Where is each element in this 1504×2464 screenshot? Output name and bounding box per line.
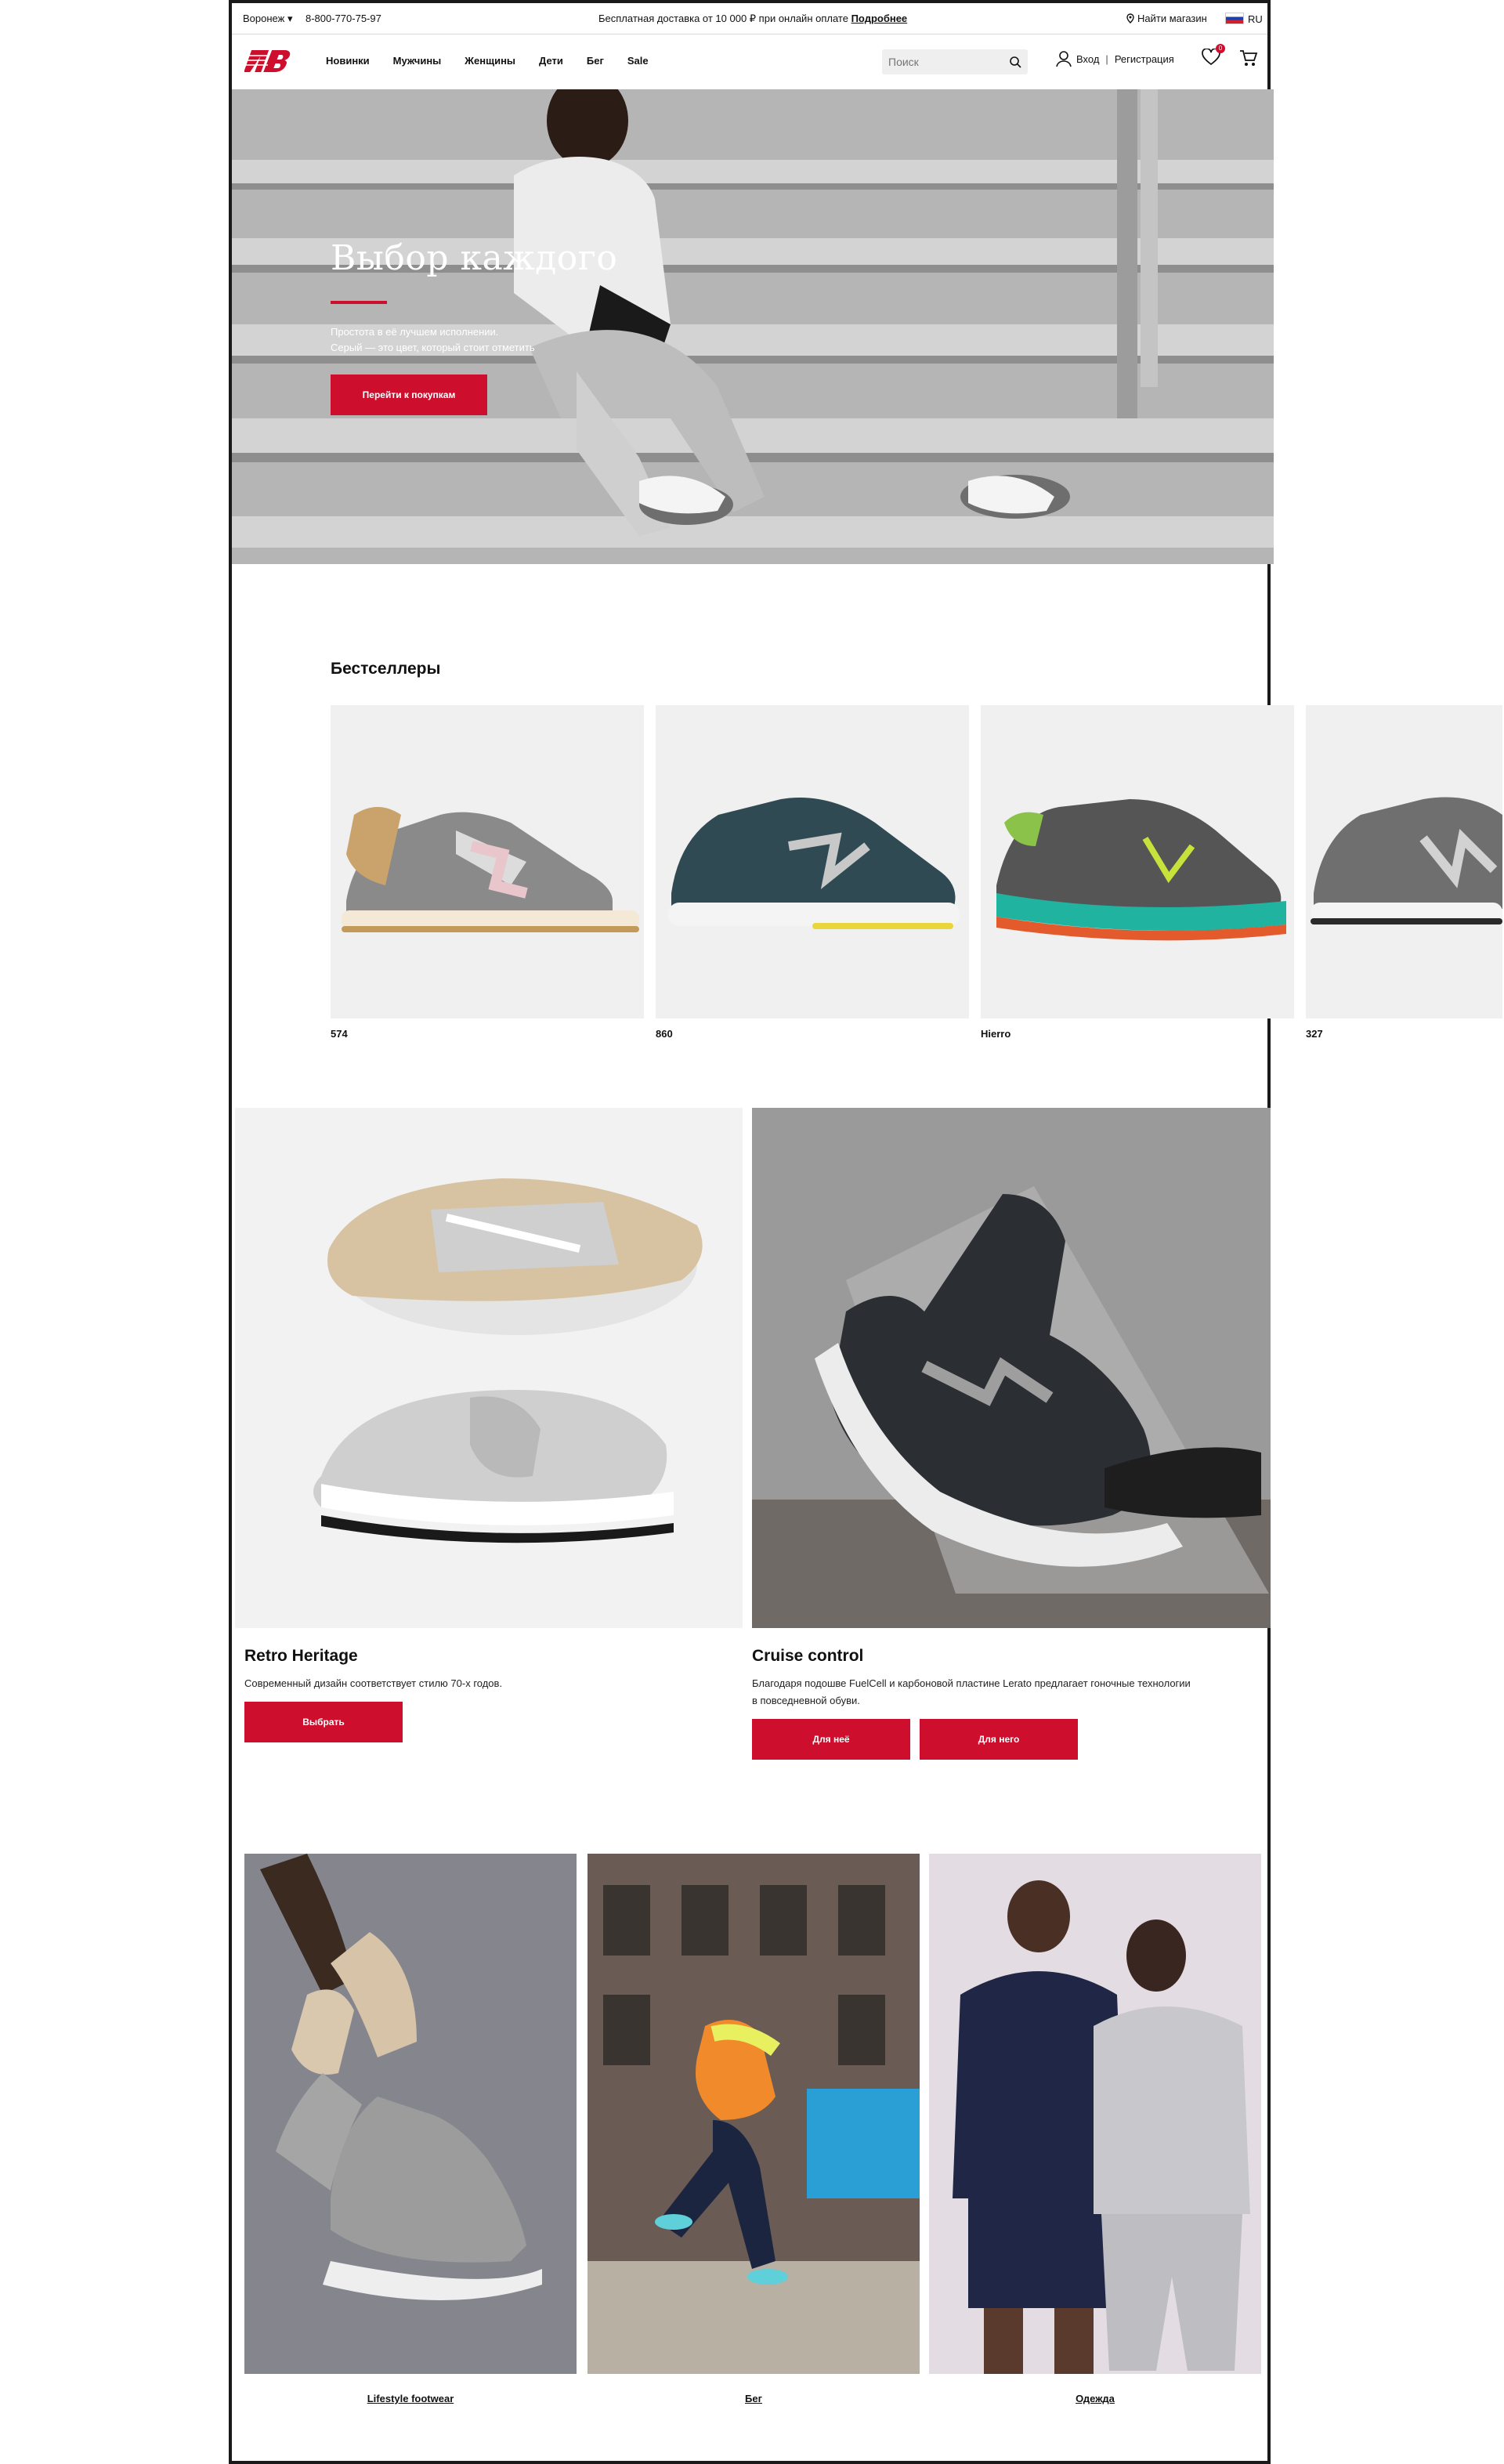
bestsellers-title: Бестселлеры (331, 660, 441, 678)
nav-item-sale[interactable]: Sale (627, 55, 649, 67)
cart-button[interactable] (1239, 49, 1258, 71)
category-card[interactable]: Одежда (929, 1854, 1261, 2404)
category-card[interactable]: Lifestyle footwear (244, 1854, 577, 2404)
main-navigation: Новинки Мужчины Женщины Дети Бег Sale Вх… (232, 34, 1267, 89)
product-card[interactable]: 327 (1306, 705, 1502, 1040)
sneaker-hierro-image (996, 799, 1286, 941)
nav-item-new[interactable]: Новинки (326, 55, 370, 67)
wishlist-count-badge: 0 (1216, 44, 1225, 53)
cruise-sneaker-image (752, 1108, 1271, 1628)
nav-item-kids[interactable]: Дети (539, 55, 563, 67)
feature-image[interactable] (752, 1108, 1271, 1628)
product-image[interactable] (656, 705, 969, 1019)
sneaker-574-image (342, 807, 639, 932)
hero-subtitle: Простота в её лучшем исполнении. Серый —… (331, 324, 535, 356)
top-utility-bar: Воронеж ▾ 8-800-770-75-97 Бесплатная дос… (232, 0, 1267, 34)
apparel-image (929, 1854, 1261, 2374)
promo-text: Бесплатная доставка от 10 000 ₽ при онла… (598, 13, 848, 24)
category-image[interactable] (244, 1854, 577, 2374)
russia-flag-icon (1225, 13, 1244, 24)
feature-retro-heritage: Retro Heritage Современный дизайн соотве… (235, 1108, 743, 1742)
hero-banner: Выбор каждого Простота в её лучшем испол… (232, 89, 1274, 564)
city-selector[interactable]: Воронеж ▾ (243, 13, 292, 25)
running-image (588, 1854, 920, 2374)
feature-text: Благодаря подошве FuelCell и карбоновой … (752, 1677, 1191, 1706)
language-label: RU (1248, 13, 1263, 25)
hero-shop-button[interactable]: Перейти к покупкам (331, 374, 487, 415)
account-separator: | (1105, 52, 1108, 65)
sneaker-860-image (668, 798, 960, 929)
language-selector[interactable]: RU (1225, 13, 1263, 25)
promo-details-link[interactable]: Подробнее (851, 13, 908, 24)
category-label[interactable]: Бег (588, 2393, 920, 2404)
phone-link[interactable]: 8-800-770-75-97 (306, 13, 381, 24)
retro-sneakers-image (313, 1178, 703, 1543)
product-name[interactable]: Hierro (981, 1028, 1294, 1040)
hero-accent-bar (331, 301, 387, 304)
location-pin-icon (1126, 13, 1134, 24)
nav-item-running[interactable]: Бег (587, 55, 604, 67)
search-input[interactable] (882, 49, 1012, 74)
account-links: Вход | Регистрация (1056, 50, 1174, 67)
category-label[interactable]: Одежда (929, 2393, 1261, 2404)
category-image[interactable] (929, 1854, 1261, 2374)
product-card[interactable]: 574 (331, 705, 644, 1040)
hero-subtitle-line-1: Простота в её лучшем исполнении. (331, 326, 499, 338)
page-frame: Воронеж ▾ 8-800-770-75-97 Бесплатная дос… (229, 0, 1502, 2464)
product-name[interactable]: 860 (656, 1028, 969, 1040)
product-card[interactable]: Hierro (981, 705, 1294, 1040)
category-card[interactable]: Бег (588, 1854, 920, 2404)
login-link[interactable]: Вход (1076, 53, 1099, 65)
search-box (882, 49, 1028, 74)
lifestyle-footwear-image (244, 1854, 577, 2374)
hero-subtitle-line-2: Серый — это цвет, который стоит отметить (331, 342, 535, 353)
hero-title: Выбор каждого (331, 238, 618, 278)
category-label[interactable]: Lifestyle footwear (244, 2393, 577, 2404)
product-image[interactable] (981, 705, 1294, 1019)
product-image[interactable] (331, 705, 644, 1019)
shipping-promo: Бесплатная доставка от 10 000 ₽ при онла… (598, 13, 907, 25)
cart-icon (1240, 50, 1258, 66)
feature-image[interactable] (235, 1108, 743, 1628)
product-name[interactable]: 574 (331, 1028, 644, 1040)
user-icon[interactable] (1056, 50, 1072, 67)
for-him-button[interactable]: Для него (920, 1719, 1078, 1760)
category-image[interactable] (588, 1854, 920, 2374)
feature-buttons: Выбрать (235, 1702, 743, 1742)
feature-title: Cruise control (752, 1647, 864, 1665)
new-balance-logo[interactable] (244, 47, 293, 75)
product-name[interactable]: 327 (1306, 1028, 1502, 1040)
category-nav: Новинки Мужчины Женщины Дети Бег Sale (326, 55, 649, 67)
feature-cruise-control: Cruise control Благодаря подошве FuelCel… (752, 1108, 1271, 1760)
nav-item-men[interactable]: Мужчины (393, 55, 442, 67)
register-link[interactable]: Регистрация (1115, 53, 1174, 65)
feature-buttons: Для неё Для него (752, 1719, 1271, 1760)
sneaker-327-image (1311, 797, 1502, 924)
feature-text: Современный дизайн соответствует стилю 7… (244, 1677, 503, 1689)
search-icon[interactable] (1009, 56, 1021, 68)
find-store-label: Найти магазин (1137, 13, 1207, 24)
wishlist-button[interactable]: 0 (1202, 44, 1225, 70)
for-her-button[interactable]: Для неё (752, 1719, 910, 1760)
choose-button[interactable]: Выбрать (244, 1702, 403, 1742)
nav-item-women[interactable]: Женщины (465, 55, 515, 67)
product-image[interactable] (1306, 705, 1502, 1019)
find-store-link[interactable]: Найти магазин (1126, 13, 1207, 24)
feature-title: Retro Heritage (244, 1647, 358, 1665)
product-card[interactable]: 860 (656, 705, 969, 1040)
